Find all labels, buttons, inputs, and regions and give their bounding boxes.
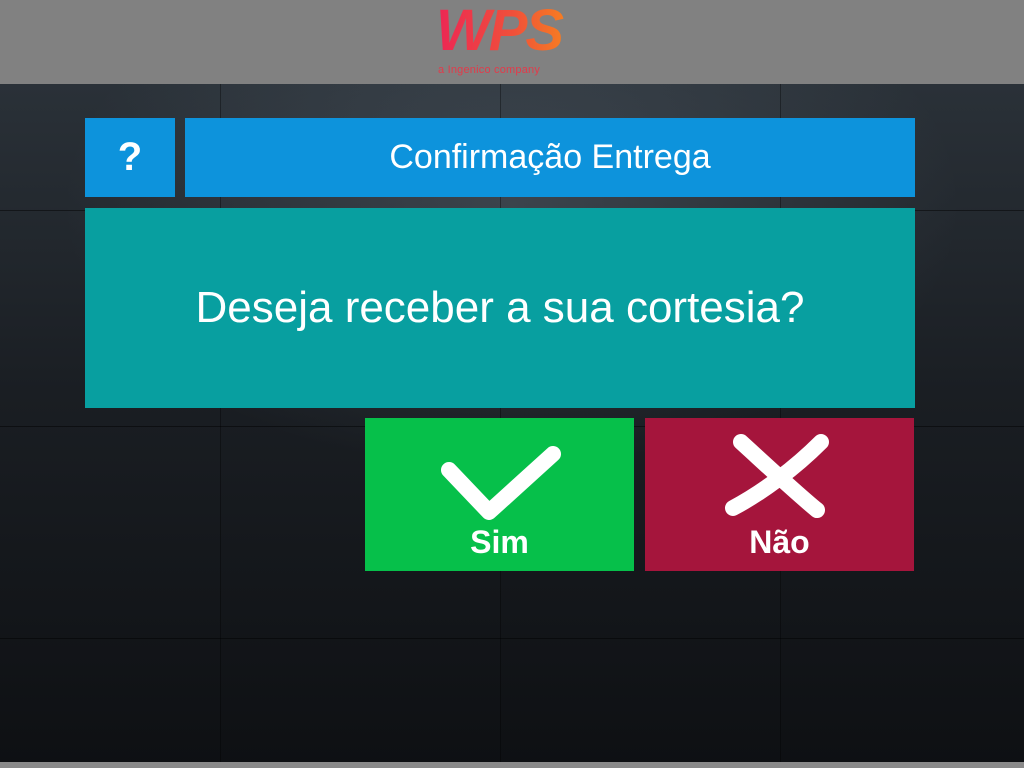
yes-button-label: Sim [470,524,529,560]
top-header-bar: WPS a Ingenico company [0,0,1024,84]
dialog-message-panel: Deseja receber a sua cortesia? [85,208,915,408]
cross-icon [725,434,829,518]
no-button[interactable]: Não [645,418,914,571]
dialog-title-bar: Confirmação Entrega [185,118,915,197]
logo-mark: WPS [436,2,576,60]
no-button-label: Não [749,524,810,560]
grid-line [0,638,1024,639]
yes-button[interactable]: Sim [365,418,634,571]
wps-logo: WPS a Ingenico company [436,2,576,82]
help-button[interactable]: ? [85,118,175,197]
help-label: ? [117,135,143,179]
dialog-message: Deseja receber a sua cortesia? [195,283,805,332]
bottom-strip [0,762,1024,768]
check-icon [441,446,561,520]
logo-tagline: a Ingenico company [438,64,541,76]
dialog-title: Confirmação Entrega [389,138,711,176]
